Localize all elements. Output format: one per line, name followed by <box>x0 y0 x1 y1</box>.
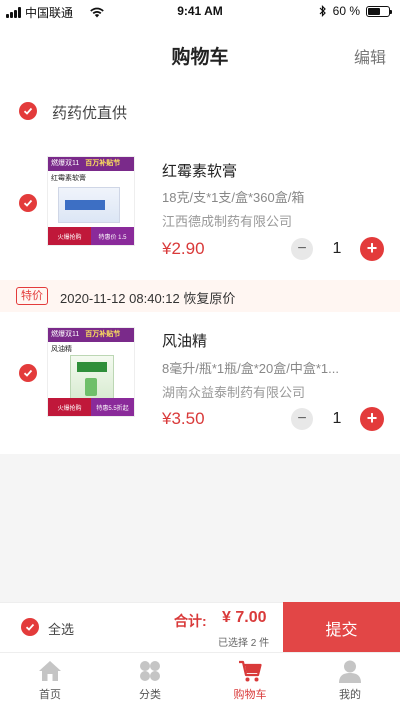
thumb-banner: 燃爆双11 <box>51 160 80 167</box>
tab-label: 我的 <box>339 689 361 701</box>
thumb-banner: 燃爆双11 <box>51 331 80 338</box>
item-checkbox[interactable] <box>19 364 37 382</box>
checkmark-icon <box>23 369 33 377</box>
promo-notice: 特价 2020-11-12 08:40:12 恢复原价 <box>0 280 400 312</box>
tab-label: 分类 <box>139 689 161 701</box>
cart-item: 燃爆双11 百万补贴节 红霉素软膏 火爆抢购 特惠价 1.5 红霉素软膏 18克/… <box>0 136 400 280</box>
status-bar: 中国联通 9:41 AM 60 % <box>0 0 400 22</box>
thumb-foot-right: 特惠价 1.5 <box>91 227 134 245</box>
submit-button[interactable]: 提交 <box>283 602 400 653</box>
product-company: 湖南众益泰制药有限公司 <box>162 385 306 400</box>
tab-label: 购物车 <box>233 689 267 701</box>
tab-bar: 首页 分类 购物车 我的 <box>0 652 400 710</box>
select-all-checkbox[interactable] <box>21 618 39 636</box>
quantity-value[interactable]: 1 <box>325 240 349 258</box>
product-name[interactable]: 红霉素软膏 <box>162 160 237 181</box>
decrease-button[interactable]: − <box>291 238 313 260</box>
product-company: 江西德成制药有限公司 <box>162 214 293 229</box>
store-checkbox[interactable] <box>19 102 37 120</box>
product-image[interactable]: 燃爆双11 百万补贴节 红霉素软膏 火爆抢购 特惠价 1.5 <box>47 156 135 246</box>
ointment-box-illustration <box>58 187 120 223</box>
product-spec: 8毫升/瓶*1瓶/盒*20盒/中盒*1... <box>162 361 339 376</box>
quantity-value[interactable]: 1 <box>325 410 349 428</box>
total-label: 合计: <box>174 613 207 629</box>
increase-button[interactable]: + <box>360 237 384 261</box>
battery-icon <box>366 5 392 17</box>
tab-cart[interactable]: 购物车 <box>200 653 300 710</box>
thumb-banner-sub: 百万补贴节 <box>85 160 121 167</box>
item-checkbox[interactable] <box>19 194 37 212</box>
tab-label: 首页 <box>39 689 61 701</box>
selected-count: 已选择 2 件 <box>218 638 270 649</box>
edit-button[interactable]: 编辑 <box>354 44 386 68</box>
category-icon <box>140 661 160 681</box>
product-spec: 18克/支*1支/盒*360盒/箱 <box>162 190 305 205</box>
thumb-banner-sub: 百万补贴节 <box>85 331 121 338</box>
checkmark-icon <box>23 107 33 115</box>
checkmark-icon <box>23 199 33 207</box>
bluetooth-icon <box>319 5 326 17</box>
cart-page: 中国联通 9:41 AM 60 % 购物车 编辑 药药优直供 燃爆双11 百万补… <box>0 0 400 710</box>
thumb-foot-left: 火爆抢购 <box>48 398 91 416</box>
special-price-badge: 特价 <box>16 287 48 305</box>
store-header: 药药优直供 <box>0 86 400 136</box>
decrease-button[interactable]: − <box>291 408 313 430</box>
user-icon <box>339 660 361 683</box>
cart-icon <box>239 660 262 682</box>
battery-percent: 60 % <box>332 4 360 18</box>
checkout-bar: 全选 合计: ¥ 7.00 已选择 2 件 提交 <box>0 602 400 653</box>
tab-profile[interactable]: 我的 <box>300 653 400 710</box>
select-all-label[interactable]: 全选 <box>48 619 74 638</box>
tab-category[interactable]: 分类 <box>100 653 200 710</box>
nav-bar: 购物车 编辑 <box>0 22 400 86</box>
page-title: 购物车 <box>171 47 229 68</box>
increase-button[interactable]: + <box>360 407 384 431</box>
thumb-foot-left: 火爆抢购 <box>48 227 91 245</box>
checkmark-icon <box>25 623 35 631</box>
promo-text: 2020-11-12 08:40:12 恢复原价 <box>60 291 236 306</box>
total-value: ¥ 7.00 <box>222 609 267 626</box>
thumb-title: 风油精 <box>51 346 72 353</box>
thumb-title: 红霉素软膏 <box>51 175 86 182</box>
product-name[interactable]: 风油精 <box>162 330 207 351</box>
store-name: 药药优直供 <box>52 105 128 122</box>
product-price: ¥2.90 <box>162 239 205 258</box>
home-icon <box>39 661 61 681</box>
oil-box-illustration <box>70 355 114 399</box>
cart-item: 燃爆双11 百万补贴节 风油精 火爆抢购 特惠5.5折起 风油精 8毫升/瓶*1瓶… <box>0 312 400 454</box>
tab-home[interactable]: 首页 <box>0 653 100 710</box>
product-price: ¥3.50 <box>162 409 205 428</box>
thumb-foot-right: 特惠5.5折起 <box>91 398 134 416</box>
product-image[interactable]: 燃爆双11 百万补贴节 风油精 火爆抢购 特惠5.5折起 <box>47 327 135 417</box>
